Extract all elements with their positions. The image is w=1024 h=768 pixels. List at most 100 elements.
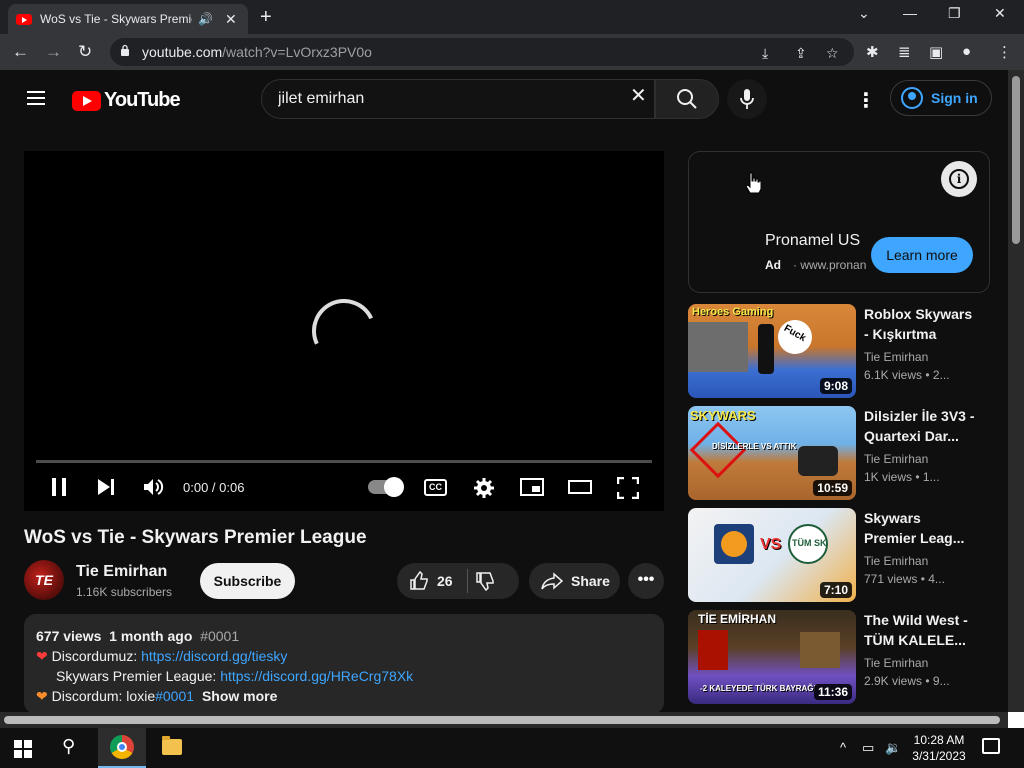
new-tab-button[interactable]: + <box>260 6 272 29</box>
windows-start-icon[interactable] <box>14 740 32 758</box>
recommended-video[interactable]: VS TÜM SK 7:10 Skywars Premier Leag... T… <box>688 508 988 602</box>
tab-search-dropdown-icon[interactable]: ⌄ <box>858 5 870 22</box>
tray-overflow-icon[interactable]: ^ <box>840 740 846 755</box>
like-button[interactable]: 26 <box>397 563 469 599</box>
windows-taskbar: ⚲ ^ ▭ 🔉 10:28 AM 3/31/2023 <box>0 728 1024 768</box>
video-thumbnail[interactable]: TİE EMİRHAN -2 KALEYEDE TÜRK BAYRAĞI 11:… <box>688 610 856 704</box>
url-text: youtube.com/watch?v=LvOrxz3PV0o <box>142 44 372 60</box>
thumbs-down-icon[interactable] <box>475 571 495 591</box>
description-box[interactable]: 677 views 1 month ago #0001 ❤ Discordumu… <box>24 614 664 714</box>
video-title-link[interactable]: The Wild West - TÜM KALELE... <box>864 610 976 650</box>
tab-audio-icon[interactable]: 🔊 <box>198 12 213 26</box>
ad-info-button[interactable]: i <box>941 161 977 197</box>
like-divider <box>467 569 468 593</box>
media-control-icon[interactable]: ≣ <box>898 43 911 61</box>
fullscreen-button[interactable] <box>617 477 639 499</box>
notifications-icon[interactable] <box>982 738 1000 754</box>
file-explorer-icon[interactable] <box>162 736 182 755</box>
chrome-menu-icon[interactable]: ⋮ <box>997 43 1012 61</box>
video-player[interactable]: 0:00 / 0:06 CC <box>24 151 664 511</box>
channel-avatar[interactable]: TE <box>24 560 64 600</box>
recommended-video[interactable]: SKYWARS DİSİZLERLE VS ATTIK 10:59 Dilsiz… <box>688 406 988 500</box>
horizontal-scroll-thumb[interactable] <box>4 716 1000 724</box>
browser-tab[interactable]: WoS vs Tie - Skywars Premier League 🔊 ✕ <box>8 4 248 34</box>
miniplayer-button[interactable] <box>520 477 544 497</box>
share-button[interactable]: Share <box>529 563 620 599</box>
back-button[interactable]: ← <box>12 42 29 62</box>
channel-avatar-text: TE <box>35 572 53 588</box>
learn-more-button[interactable]: Learn more <box>871 237 973 273</box>
ad-title: Pronamel US <box>765 232 861 249</box>
video-channel[interactable]: Tie Emirhan <box>864 656 928 670</box>
subscribe-button[interactable]: Subscribe <box>200 563 295 599</box>
like-count: 26 <box>437 573 453 589</box>
video-channel[interactable]: Tie Emirhan <box>864 350 928 364</box>
taskbar-clock[interactable]: 10:28 AM 3/31/2023 <box>908 732 970 764</box>
minimize-button[interactable]: — <box>903 5 917 21</box>
side-panel-icon[interactable]: ▣ <box>929 43 943 61</box>
tab-close-icon[interactable]: ✕ <box>225 11 237 28</box>
recommended-video[interactable]: Heroes Gaming Fuck 9:08 Roblox Skywars -… <box>688 304 988 398</box>
reload-button[interactable]: ↻ <box>78 42 92 62</box>
youtube-play-icon <box>72 90 101 111</box>
progress-bar[interactable] <box>36 460 652 463</box>
tab-title: WoS vs Tie - Skywars Premier League <box>40 12 192 26</box>
video-channel[interactable]: Tie Emirhan <box>864 452 928 466</box>
pause-button[interactable] <box>50 477 68 497</box>
red-heart-icon: ❤ <box>36 648 48 664</box>
description-line-1-label: Discordumuz: <box>51 648 138 664</box>
extensions-icon[interactable]: ✱ <box>866 43 879 61</box>
network-icon[interactable]: ▭ <box>862 740 874 756</box>
settings-more-icon[interactable]: ⋮ <box>856 88 876 113</box>
next-video-button[interactable] <box>96 477 116 497</box>
autoplay-toggle[interactable] <box>368 477 404 497</box>
video-title-link[interactable]: Skywars Premier Leag... <box>864 508 976 548</box>
share-page-icon[interactable]: ⇪ <box>795 45 807 62</box>
description-meta: 677 views 1 month ago #0001 <box>36 626 652 646</box>
horizontal-scrollbar[interactable] <box>0 712 1008 728</box>
voice-search-button[interactable] <box>727 79 767 119</box>
vertical-scrollbar[interactable] <box>1008 70 1024 712</box>
video-channel[interactable]: Tie Emirhan <box>864 554 928 568</box>
video-thumbnail[interactable]: Heroes Gaming Fuck 9:08 <box>688 304 856 398</box>
profile-icon[interactable]: ● <box>962 43 971 60</box>
youtube-logo[interactable]: YouTube <box>72 89 181 112</box>
theater-mode-button[interactable] <box>568 477 592 497</box>
volume-icon[interactable]: 🔉 <box>885 740 901 756</box>
volume-button[interactable] <box>142 477 164 497</box>
install-app-icon[interactable]: ⤓ <box>762 45 768 62</box>
show-more-button[interactable]: Show more <box>202 688 277 704</box>
channel-name[interactable]: Tie Emirhan <box>76 563 167 581</box>
video-title-link[interactable]: Roblox Skywars - Kışkırtma <box>864 304 976 344</box>
hamburger-menu-icon[interactable] <box>27 91 45 105</box>
forward-button[interactable]: → <box>45 42 62 62</box>
close-window-button[interactable]: ✕ <box>994 5 1006 22</box>
ad-card[interactable]: i Pronamel US Ad · www.pronan Learn more <box>688 151 990 293</box>
youtube-logo-text: YouTube <box>104 89 181 111</box>
video-duration: 7:10 <box>819 582 852 598</box>
sign-in-button[interactable]: Sign in <box>890 80 992 116</box>
discord-link-2[interactable]: https://discord.gg/HReCrg78Xk <box>220 668 413 684</box>
ad-url: · www.pronan <box>793 258 867 272</box>
settings-gear-icon[interactable] <box>473 477 495 499</box>
bookmark-star-icon[interactable]: ☆ <box>826 45 839 62</box>
video-thumbnail[interactable]: VS TÜM SK 7:10 <box>688 508 856 602</box>
description-tag: #0001 <box>200 628 240 644</box>
description-line-2: Skywars Premier League: https://discord.… <box>36 666 652 686</box>
discord-link-1[interactable]: https://discord.gg/tiesky <box>141 648 287 664</box>
video-title-link[interactable]: Dilsizler İle 3V3 - Quartexi Dar... <box>864 406 976 446</box>
video-thumbnail[interactable]: SKYWARS DİSİZLERLE VS ATTIK 10:59 <box>688 406 856 500</box>
clear-search-icon[interactable]: ✕ <box>630 83 647 108</box>
captions-button[interactable]: CC <box>424 479 447 496</box>
vertical-scroll-thumb[interactable] <box>1012 76 1020 244</box>
address-bar[interactable]: youtube.com/watch?v=LvOrxz3PV0o ⤓ ⇪ ☆ <box>110 38 854 66</box>
video-meta: 2.9K views • 9... <box>864 674 950 688</box>
search-input[interactable] <box>278 90 618 108</box>
orange-heart-icon: ❤ <box>36 688 48 704</box>
recommended-video[interactable]: TİE EMİRHAN -2 KALEYEDE TÜRK BAYRAĞI 11:… <box>688 610 988 704</box>
taskbar-search-icon[interactable]: ⚲ <box>62 736 75 757</box>
search-button[interactable] <box>655 79 719 119</box>
restore-button[interactable]: ❐ <box>948 5 961 22</box>
taskbar-chrome-button[interactable] <box>98 728 146 768</box>
more-actions-button[interactable]: ••• <box>628 563 664 599</box>
